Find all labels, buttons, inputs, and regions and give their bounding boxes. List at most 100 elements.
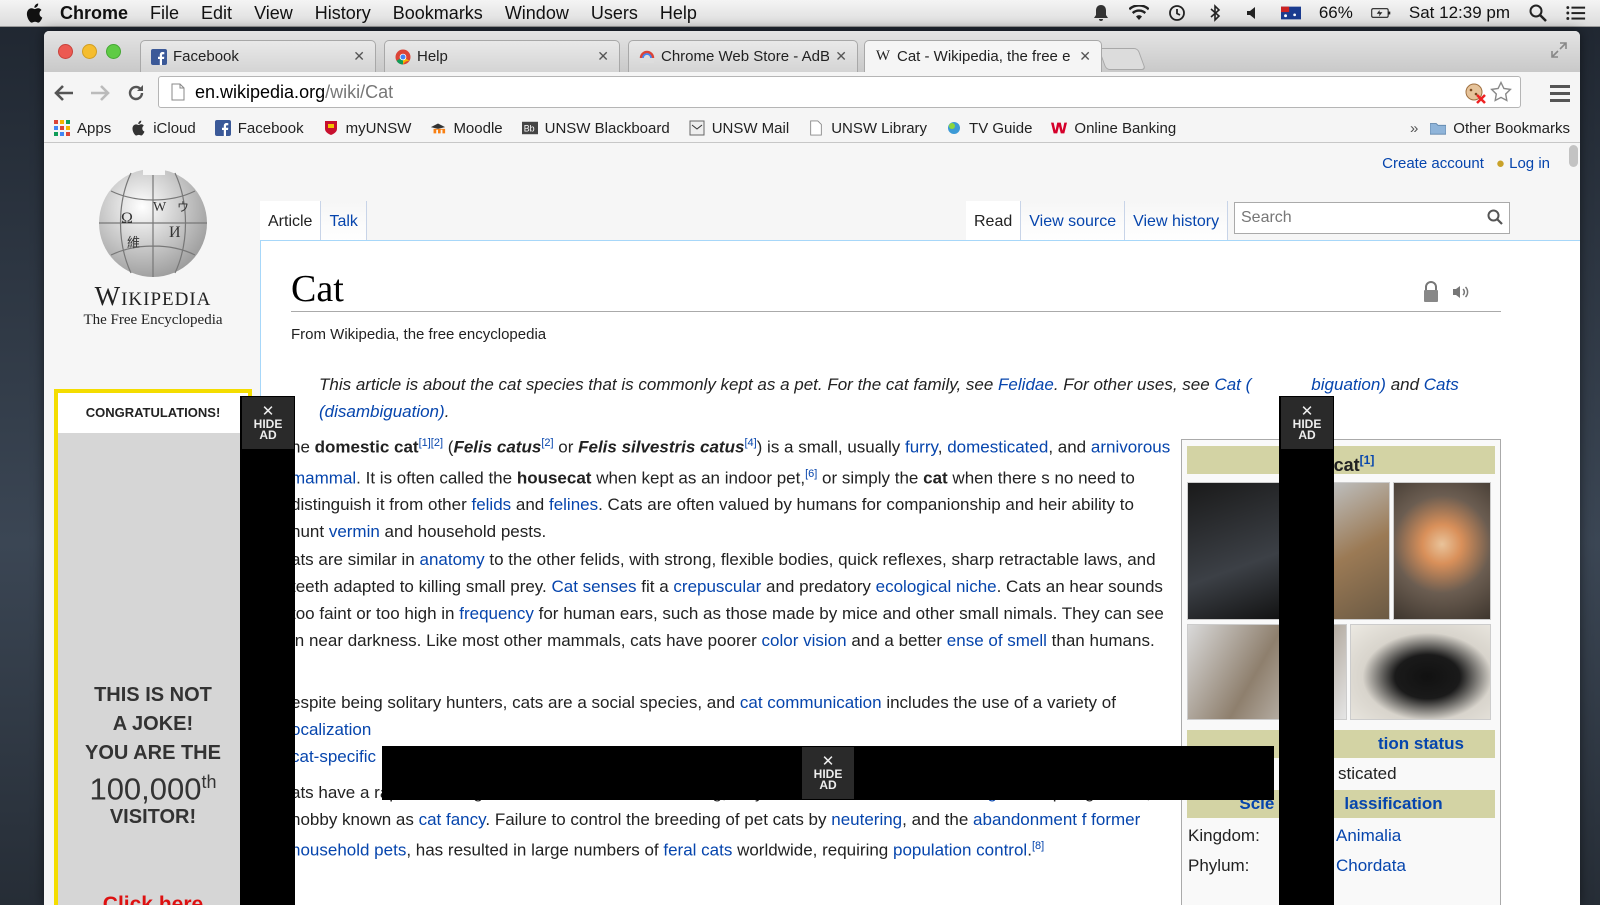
- notification-bell-icon[interactable]: [1091, 3, 1111, 23]
- new-tab-button[interactable]: [1097, 48, 1147, 70]
- minimize-window-button[interactable]: [82, 44, 97, 59]
- infobox-title-ref[interactable]: [1]: [1360, 453, 1375, 467]
- scam-ad-banner[interactable]: CONGRATULATIONS! THIS IS NOT A JOKE! YOU…: [54, 389, 252, 905]
- clock[interactable]: Sat 12:39 pm: [1409, 3, 1510, 23]
- battery-percent[interactable]: 66%: [1319, 3, 1353, 23]
- cat-disambiguation-link[interactable]: Cat (biguation): [1214, 375, 1386, 394]
- kingdom-value-link[interactable]: Animalia: [1336, 826, 1401, 846]
- log-in-link[interactable]: ● Log in: [1496, 155, 1550, 172]
- tab-talk[interactable]: Talk: [321, 201, 367, 241]
- other-bookmarks-folder[interactable]: Other Bookmarks: [1430, 120, 1570, 137]
- tab-help[interactable]: Help ✕: [384, 40, 620, 72]
- zoom-window-button[interactable]: [106, 44, 121, 59]
- link-vocalizations[interactable]: ocalization: [291, 720, 371, 739]
- bookmark-online-banking[interactable]: Online Banking: [1051, 120, 1176, 137]
- bookmark-icloud[interactable]: iCloud: [130, 120, 196, 137]
- menu-file[interactable]: File: [150, 3, 179, 24]
- tab-view-history[interactable]: View history: [1125, 201, 1229, 241]
- fullscreen-icon[interactable]: [1550, 41, 1568, 64]
- link-cat-specific[interactable]: cat-specific: [291, 747, 376, 766]
- apple-icon[interactable]: [22, 2, 46, 24]
- tab-view-source[interactable]: View source: [1021, 201, 1126, 241]
- ad-overlay-left[interactable]: [240, 396, 295, 905]
- link-population-control[interactable]: population control: [893, 841, 1027, 860]
- menu-history[interactable]: History: [315, 3, 371, 24]
- link-frequency[interactable]: frequency: [459, 604, 534, 623]
- close-tab-icon[interactable]: ✕: [1079, 48, 1091, 65]
- input-flag-icon[interactable]: [1280, 3, 1301, 23]
- cat-photo-orange-white[interactable]: [1393, 482, 1491, 620]
- link-vermin[interactable]: vermin: [329, 522, 380, 541]
- hide-ad-button[interactable]: ✕ HIDE AD: [242, 397, 294, 449]
- link-neutering[interactable]: neutering: [831, 810, 902, 829]
- wifi-icon[interactable]: [1128, 3, 1149, 23]
- link-cat-communication[interactable]: cat communication: [740, 693, 882, 712]
- wikipedia-logo[interactable]: Ω W И 維 ウ Wikipedia The Free Encyclopedi…: [78, 161, 228, 329]
- battery-icon[interactable]: [1371, 3, 1391, 23]
- bookmark-unsw-mail[interactable]: UNSW Mail: [689, 120, 789, 137]
- search-icon[interactable]: [1487, 209, 1503, 230]
- spotlight-search-icon[interactable]: [1528, 3, 1548, 23]
- ad-click-here-link[interactable]: Click here: [58, 893, 248, 905]
- close-tab-icon[interactable]: ✕: [597, 48, 609, 65]
- close-tab-icon[interactable]: ✕: [353, 48, 365, 65]
- link-felids[interactable]: felids: [471, 495, 511, 514]
- tab-read[interactable]: Read: [966, 201, 1022, 241]
- link-sense-of-smell[interactable]: ense of smell: [947, 631, 1047, 650]
- close-tab-icon[interactable]: ✕: [835, 48, 847, 65]
- menu-bookmarks[interactable]: Bookmarks: [393, 3, 483, 24]
- reload-button[interactable]: [120, 77, 152, 109]
- felidae-link[interactable]: Felidae: [998, 375, 1054, 394]
- hide-ad-button[interactable]: ✕ HIDE AD: [802, 747, 854, 799]
- ad-overlay-right[interactable]: [1279, 396, 1334, 905]
- tab-wikipedia-cat[interactable]: W Cat - Wikipedia, the free e ✕: [864, 40, 1102, 72]
- time-machine-icon[interactable]: [1167, 3, 1187, 23]
- bookmark-star-icon[interactable]: [1490, 80, 1512, 108]
- link-cat-senses[interactable]: Cat senses: [552, 577, 637, 596]
- bookmarks-overflow-button[interactable]: »: [1410, 120, 1418, 137]
- bookmark-myunsw[interactable]: myUNSW: [323, 120, 411, 137]
- bookmark-tv-guide[interactable]: TV Guide: [946, 120, 1032, 137]
- link-domesticated[interactable]: domesticated: [947, 438, 1048, 457]
- menu-app-name[interactable]: Chrome: [60, 3, 128, 24]
- phylum-value-link[interactable]: Chordata: [1336, 856, 1406, 876]
- menu-users[interactable]: Users: [591, 3, 638, 24]
- address-bar[interactable]: en.wikipedia.org/wiki/Cat: [158, 76, 1521, 108]
- link-crepuscular[interactable]: crepuscular: [673, 577, 761, 596]
- bookmark-facebook[interactable]: Facebook: [214, 120, 304, 137]
- bookmark-moodle[interactable]: Moodle: [430, 120, 503, 137]
- link-color-vision[interactable]: color vision: [762, 631, 847, 650]
- hide-ad-button[interactable]: ✕ HIDE AD: [1281, 397, 1333, 449]
- link-furry[interactable]: furry: [905, 438, 938, 457]
- speaker-icon[interactable]: [1451, 284, 1471, 305]
- bookmark-unsw-blackboard[interactable]: Bb UNSW Blackboard: [521, 120, 670, 137]
- cat-photo-grey[interactable]: [1187, 482, 1287, 620]
- link-feral-cats[interactable]: feral cats: [663, 841, 732, 860]
- close-window-button[interactable]: [58, 44, 73, 59]
- adblock-extension-icon[interactable]: [1464, 82, 1486, 109]
- notification-center-icon[interactable]: [1566, 3, 1586, 23]
- forward-button[interactable]: [84, 77, 116, 109]
- wiki-search-input[interactable]: Search: [1234, 202, 1510, 234]
- tab-facebook[interactable]: Facebook ✕: [140, 40, 376, 72]
- link-ecological-niche[interactable]: ecological niche: [876, 577, 997, 596]
- tab-chrome-web-store[interactable]: Chrome Web Store - AdBlo ✕: [628, 40, 858, 72]
- cat-photo-black[interactable]: [1350, 624, 1491, 720]
- link-felines[interactable]: felines: [549, 495, 598, 514]
- create-account-link[interactable]: Create account: [1382, 155, 1484, 172]
- bluetooth-icon[interactable]: [1205, 3, 1225, 23]
- tab-article[interactable]: Article: [260, 201, 322, 241]
- bookmark-apps[interactable]: Apps: [54, 120, 111, 137]
- menu-help[interactable]: Help: [660, 3, 697, 24]
- menu-edit[interactable]: Edit: [201, 3, 232, 24]
- menu-window[interactable]: Window: [505, 3, 569, 24]
- bookmark-unsw-library[interactable]: UNSW Library: [808, 120, 927, 137]
- volume-icon[interactable]: [1243, 3, 1263, 23]
- menu-view[interactable]: View: [254, 3, 293, 24]
- link-cat-fancy[interactable]: cat fancy: [419, 810, 486, 829]
- lock-icon[interactable]: [1423, 281, 1439, 308]
- vertical-scrollbar[interactable]: [1569, 145, 1578, 167]
- link-anatomy[interactable]: anatomy: [419, 550, 484, 569]
- chrome-menu-icon[interactable]: [1550, 84, 1570, 107]
- back-button[interactable]: [48, 77, 80, 109]
